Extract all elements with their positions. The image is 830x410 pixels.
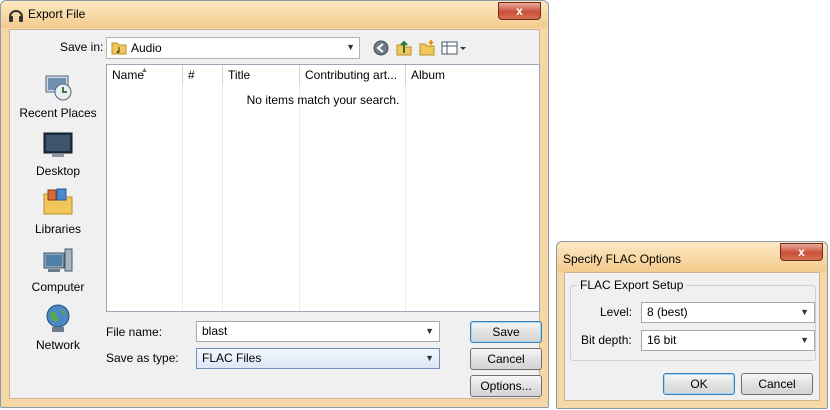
chevron-down-icon[interactable]: ▼ bbox=[346, 42, 355, 52]
file-name-value: blast bbox=[202, 324, 228, 338]
desktop-icon bbox=[43, 132, 73, 157]
bit-depth-value: 16 bit bbox=[647, 333, 677, 347]
place-desktop[interactable]: Desktop bbox=[14, 128, 102, 184]
chevron-down-icon[interactable]: ▼ bbox=[425, 322, 434, 341]
save-in-value: Audio bbox=[131, 41, 162, 55]
export-client-area: Save in: Audio ▼ Recent Places Desktop L… bbox=[9, 29, 542, 399]
level-label: Level: bbox=[600, 305, 633, 319]
empty-list-message: No items match your search. bbox=[246, 93, 400, 107]
recent-places-icon bbox=[45, 75, 72, 101]
file-name-input[interactable]: blast ▼ bbox=[196, 321, 440, 342]
column-divider bbox=[299, 85, 300, 311]
libraries-icon bbox=[43, 188, 73, 215]
folder-music-icon bbox=[111, 42, 127, 55]
file-list[interactable]: ▲ Name # Title Contributing art... Album… bbox=[106, 64, 540, 312]
column-header-title[interactable]: Title bbox=[223, 65, 300, 85]
bit-depth-label: Bit depth: bbox=[581, 333, 632, 347]
computer-icon bbox=[43, 248, 73, 272]
view-menu-icon[interactable] bbox=[441, 39, 467, 57]
chevron-down-icon[interactable]: ▼ bbox=[425, 349, 434, 368]
flac-export-setup-group: FLAC Export Setup Level: 8 (best) ▼ Bit … bbox=[570, 278, 816, 361]
cancel-button[interactable]: Cancel bbox=[470, 348, 542, 370]
column-header-album[interactable]: Album bbox=[406, 65, 539, 85]
chevron-down-icon[interactable]: ▼ bbox=[800, 331, 809, 350]
place-label-network: Network bbox=[35, 338, 80, 352]
save-button[interactable]: Save bbox=[470, 321, 542, 343]
new-folder-icon[interactable] bbox=[418, 39, 436, 57]
flac-options-dialog: Specify FLAC Options x FLAC Export Setup… bbox=[556, 241, 828, 409]
column-header-number[interactable]: # bbox=[183, 65, 223, 85]
flac-cancel-button[interactable]: Cancel bbox=[741, 373, 813, 395]
flac-title: Specify FLAC Options bbox=[563, 252, 682, 266]
options-button[interactable]: Options... bbox=[470, 375, 542, 397]
column-header-name[interactable]: ▲ Name bbox=[107, 65, 183, 85]
place-label-recent-places: Recent Places bbox=[19, 106, 97, 120]
chevron-down-icon[interactable]: ▼ bbox=[800, 303, 809, 322]
save-as-type-label: Save as type: bbox=[106, 351, 179, 365]
column-divider bbox=[222, 85, 223, 311]
place-computer[interactable]: Computer bbox=[14, 244, 102, 300]
bit-depth-select[interactable]: 16 bit ▼ bbox=[641, 330, 815, 351]
column-header-contributing-artists[interactable]: Contributing art... bbox=[300, 65, 406, 85]
file-name-label: File name: bbox=[106, 325, 163, 339]
flac-client-area: FLAC Export Setup Level: 8 (best) ▼ Bit … bbox=[564, 272, 820, 401]
flac-close-button[interactable]: x bbox=[780, 243, 823, 261]
group-title: FLAC Export Setup bbox=[577, 278, 687, 292]
place-label-libraries: Libraries bbox=[34, 222, 82, 236]
level-select[interactable]: 8 (best) ▼ bbox=[641, 302, 815, 323]
place-network[interactable]: Network bbox=[14, 302, 102, 358]
back-icon[interactable] bbox=[372, 39, 390, 57]
save-as-type-value: FLAC Files bbox=[202, 351, 262, 365]
ok-button[interactable]: OK bbox=[663, 373, 735, 395]
save-in-combo[interactable]: Audio ▼ bbox=[106, 37, 360, 59]
save-as-type-select[interactable]: FLAC Files ▼ bbox=[196, 348, 440, 369]
flac-titlebar[interactable]: Specify FLAC Options x bbox=[557, 242, 827, 272]
network-icon bbox=[46, 304, 70, 332]
places-bar: Recent Places Desktop Libraries Computer… bbox=[14, 66, 102, 372]
place-label-desktop: Desktop bbox=[35, 164, 81, 178]
column-divider bbox=[405, 85, 406, 311]
place-label-computer: Computer bbox=[31, 280, 85, 294]
column-divider bbox=[182, 85, 183, 311]
export-close-button[interactable]: x bbox=[498, 2, 541, 20]
place-recent-places[interactable]: Recent Places bbox=[14, 70, 102, 126]
save-in-label: Save in: bbox=[60, 40, 104, 54]
sort-ascending-icon: ▲ bbox=[141, 67, 148, 74]
headphones-icon bbox=[9, 10, 23, 22]
export-file-dialog: Export File x Save in: Audio ▼ Recent Pl… bbox=[0, 0, 549, 408]
level-value: 8 (best) bbox=[647, 305, 688, 319]
up-folder-icon[interactable] bbox=[395, 39, 413, 57]
export-title: Export File bbox=[28, 7, 86, 21]
export-titlebar[interactable]: Export File x bbox=[1, 1, 548, 28]
place-libraries[interactable]: Libraries bbox=[14, 186, 102, 242]
